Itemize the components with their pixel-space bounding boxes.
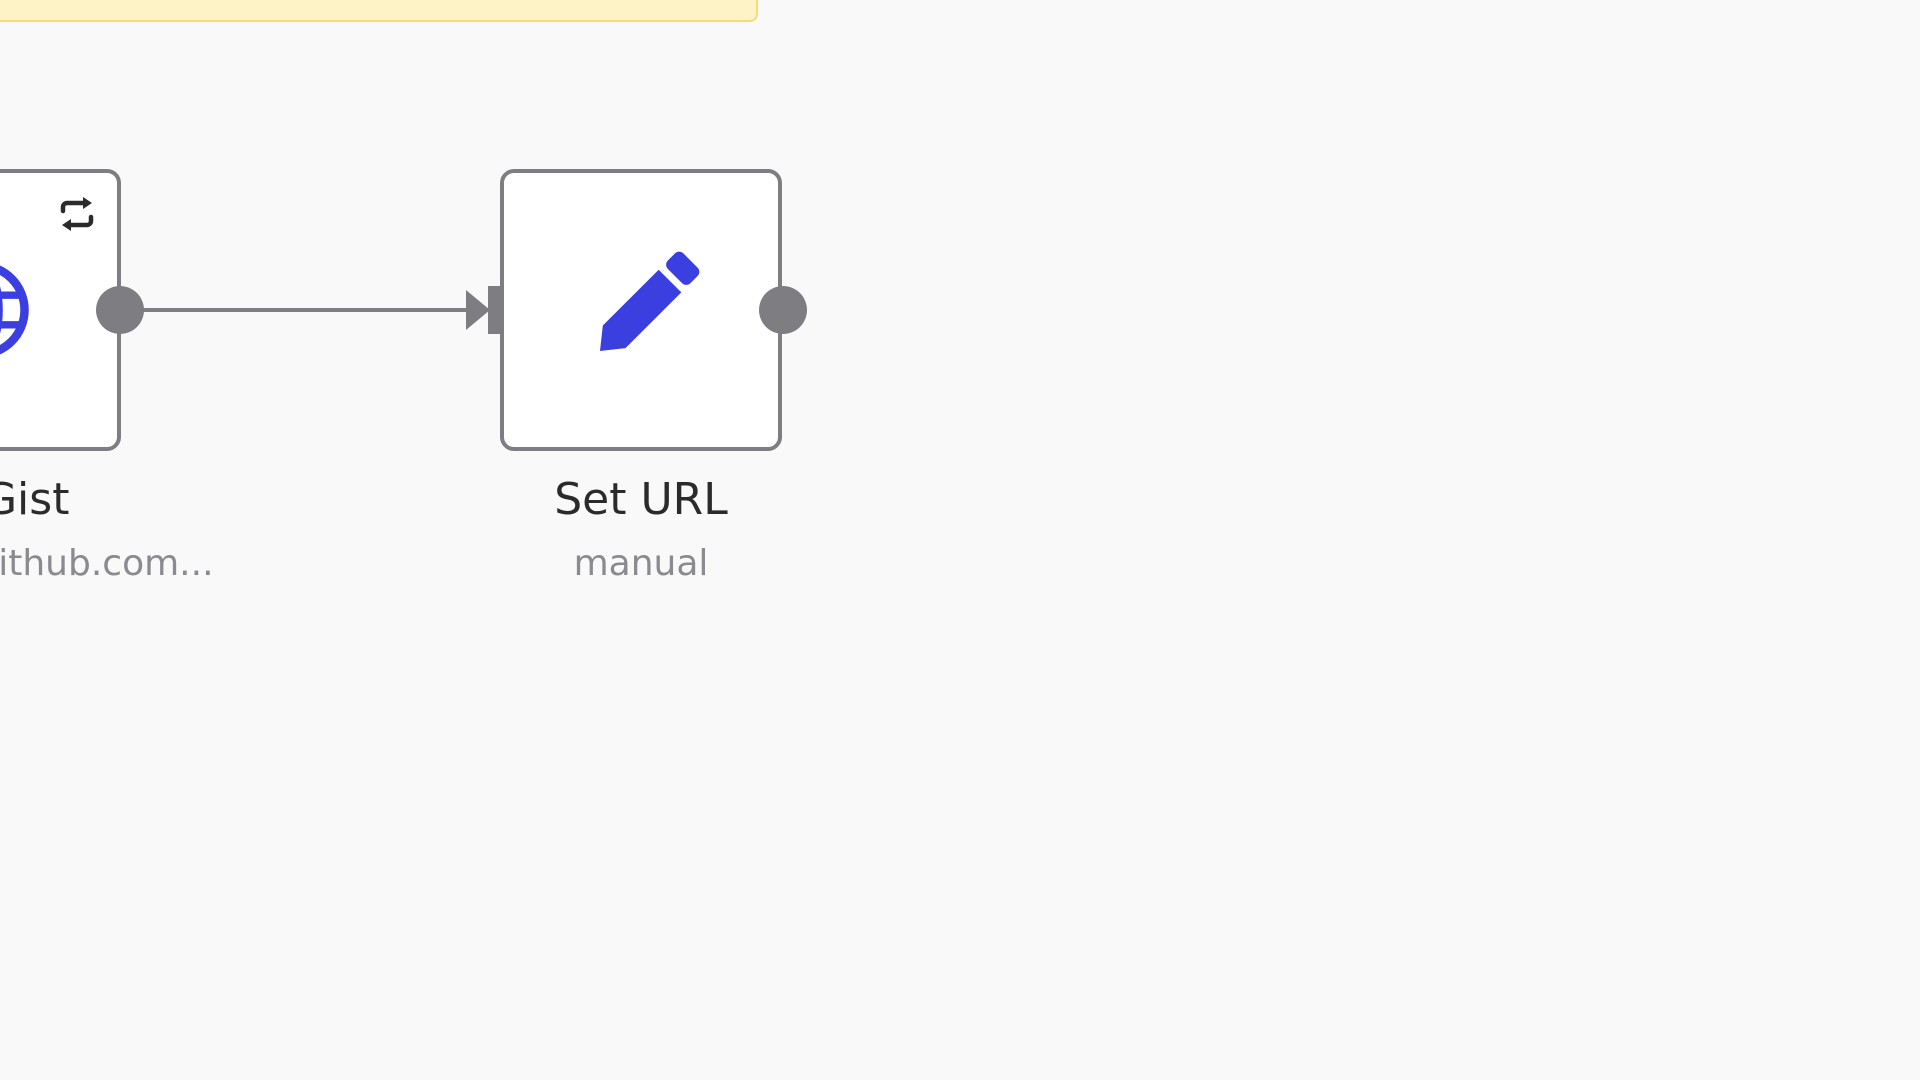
set-url-output-handle[interactable] (759, 286, 807, 334)
globe-icon (0, 265, 29, 355)
node-subtitle-get-gist: https://api.github.com... (0, 543, 214, 584)
loop-icon (60, 197, 94, 231)
node-subtitle-set-url: manual (573, 543, 709, 584)
node-connection[interactable] (0, 0, 1920, 1080)
node-title-get-gist: Get Gist (0, 474, 70, 525)
node-title-set-url: Set URL (554, 474, 728, 525)
workflow-canvas[interactable]: Get Gist https://api.github.com... Set U… (0, 0, 1920, 1080)
connection-arrow-icon (466, 290, 490, 330)
get-gist-output-handle[interactable] (96, 286, 144, 334)
node-set-url[interactable] (500, 169, 782, 451)
pencil-icon (599, 251, 700, 352)
